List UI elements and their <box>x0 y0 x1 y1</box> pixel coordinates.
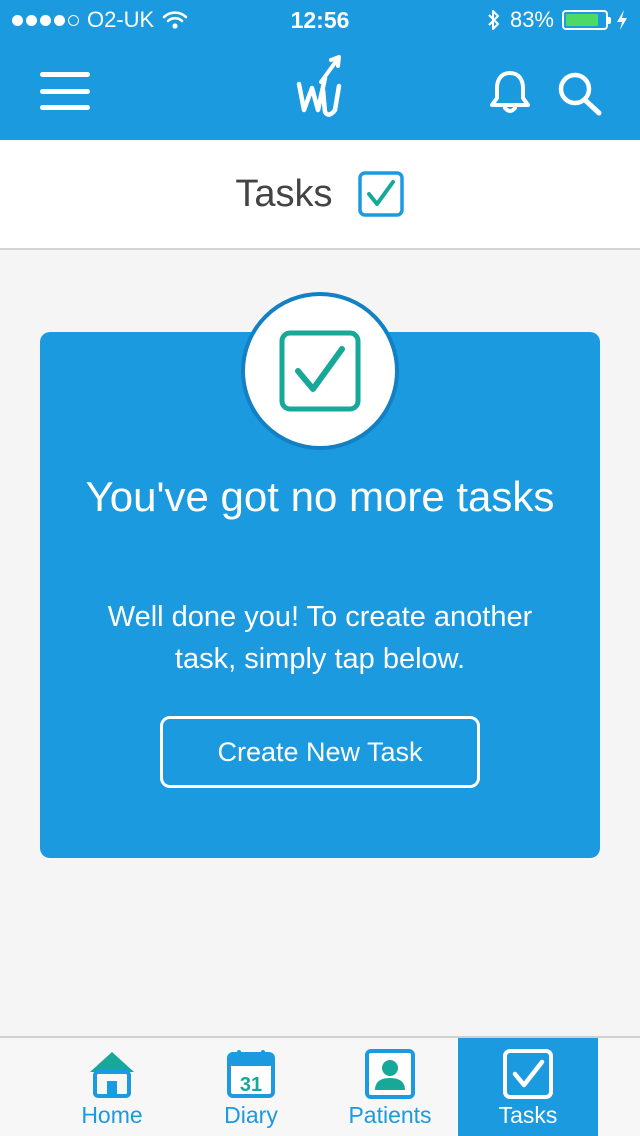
home-icon <box>90 1052 134 1098</box>
tasks-badge <box>241 292 399 450</box>
bluetooth-icon <box>488 10 499 30</box>
app-logo <box>296 55 342 117</box>
carrier-name: O2-UK <box>87 7 155 32</box>
charging-icon <box>617 10 627 30</box>
empty-state-message: Well done you! To create another task, s… <box>107 601 533 675</box>
battery-icon <box>562 10 611 30</box>
tab-patients[interactable]: Patients <box>320 1038 460 1136</box>
tab-home[interactable]: Home <box>42 1038 182 1136</box>
page-title: Tasks <box>235 172 333 215</box>
signal-strength-icon <box>12 14 79 26</box>
checkbox-icon <box>357 171 404 217</box>
calendar-day: 31 <box>240 1074 262 1096</box>
checkbox-icon <box>503 1049 553 1099</box>
wifi-icon <box>162 11 188 29</box>
battery-fill <box>566 14 598 26</box>
tab-label: Diary <box>224 1102 278 1128</box>
page-header: Tasks <box>0 140 640 250</box>
status-right: 83% <box>486 7 628 33</box>
tab-label: Home <box>81 1102 143 1128</box>
nav-bar <box>0 40 640 140</box>
status-bar: O2-UK 12:56 83% <box>0 0 640 40</box>
search-icon[interactable] <box>556 70 604 116</box>
tab-diary[interactable]: 31 Diary <box>181 1038 321 1136</box>
patient-icon <box>365 1049 415 1099</box>
bell-icon[interactable] <box>486 70 534 114</box>
status-left: O2-UK <box>12 7 188 33</box>
calendar-icon: 31 <box>227 1050 275 1098</box>
tab-label: Patients <box>348 1102 432 1128</box>
create-new-task-button[interactable]: Create New Task <box>160 716 480 788</box>
tab-label: Tasks <box>498 1102 558 1128</box>
tab-tasks[interactable]: Tasks <box>458 1038 598 1136</box>
battery-percentage: 83% <box>509 7 554 32</box>
empty-state-heading: You've got no more tasks <box>85 473 555 520</box>
checkbox-icon <box>279 330 361 412</box>
tab-bar: Home 31 Diary Patients Tasks <box>0 1036 640 1136</box>
hamburger-menu-icon[interactable] <box>40 72 90 110</box>
